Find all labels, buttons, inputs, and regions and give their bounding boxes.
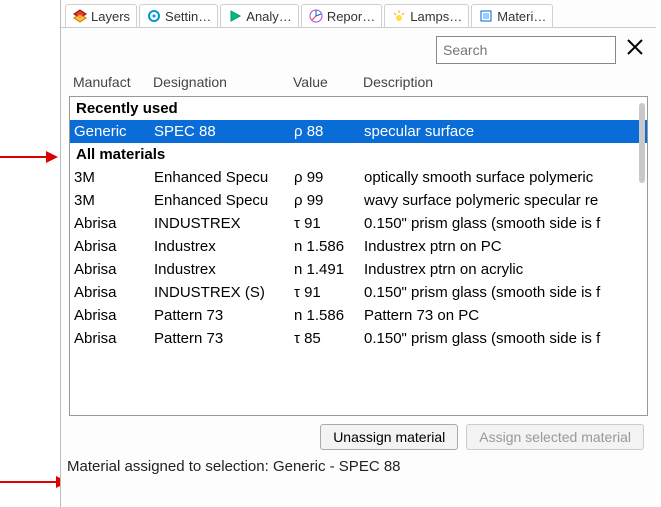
cell-designation: Pattern 73 bbox=[154, 307, 294, 324]
cell-description: Industrex ptrn on PC bbox=[364, 238, 643, 255]
clear-search-button[interactable] bbox=[622, 37, 648, 63]
cell-manufacturer: Abrisa bbox=[74, 307, 154, 324]
cell-description: specular surface bbox=[364, 123, 643, 140]
table-row[interactable]: GenericSPEC 88ρ 88specular surface bbox=[70, 120, 647, 143]
close-icon bbox=[625, 37, 645, 63]
col-value[interactable]: Value bbox=[293, 74, 363, 90]
cell-description: 0.150" prism glass (smooth side is f bbox=[364, 215, 643, 232]
table-row[interactable]: AbrisaPattern 73n 1.586Pattern 73 on PC bbox=[70, 304, 647, 327]
material-icon bbox=[478, 8, 494, 24]
col-manufacturer[interactable]: Manufact bbox=[73, 74, 153, 90]
table-row[interactable]: 3MEnhanced Specuρ 99wavy surface polymer… bbox=[70, 189, 647, 212]
tab-label: Layers bbox=[91, 9, 130, 24]
column-headers: Manufact Designation Value Description bbox=[61, 68, 656, 96]
annotation-arrow-selected-row bbox=[0, 147, 60, 167]
cell-value: τ 85 bbox=[294, 330, 364, 347]
cell-value: τ 91 bbox=[294, 215, 364, 232]
cell-designation: SPEC 88 bbox=[154, 123, 294, 140]
cell-manufacturer: 3M bbox=[74, 192, 154, 209]
cell-value: n 1.491 bbox=[294, 261, 364, 278]
tab-label: Materi… bbox=[497, 9, 546, 24]
cell-value: n 1.586 bbox=[294, 238, 364, 255]
cell-value: n 1.586 bbox=[294, 307, 364, 324]
col-description[interactable]: Description bbox=[363, 74, 656, 90]
tab-layers[interactable]: Layers bbox=[65, 4, 137, 27]
cell-designation: Industrex bbox=[154, 238, 294, 255]
section-recently-used: Recently used bbox=[70, 97, 647, 120]
gear-icon bbox=[146, 8, 162, 24]
cell-designation: Enhanced Specu bbox=[154, 192, 294, 209]
tab-reports[interactable]: Repor… bbox=[301, 4, 382, 27]
unassign-button[interactable]: Unassign material bbox=[320, 424, 458, 450]
cell-manufacturer: Abrisa bbox=[74, 284, 154, 301]
tab-label: Settin… bbox=[165, 9, 211, 24]
tab-label: Analy… bbox=[246, 9, 292, 24]
cell-value: τ 91 bbox=[294, 284, 364, 301]
search-input[interactable] bbox=[436, 36, 616, 64]
scrollbar[interactable] bbox=[639, 103, 645, 183]
cell-value: ρ 99 bbox=[294, 192, 364, 209]
materials-table: Recently used GenericSPEC 88ρ 88specular… bbox=[69, 96, 648, 416]
cell-manufacturer: Abrisa bbox=[74, 238, 154, 255]
materials-panel: Layers Settin… Analy… Repor… Lamps… bbox=[60, 0, 656, 507]
table-row[interactable]: AbrisaIndustrexn 1.491Industrex ptrn on … bbox=[70, 258, 647, 281]
tab-label: Repor… bbox=[327, 9, 375, 24]
button-row: Unassign material Assign selected materi… bbox=[61, 416, 656, 454]
tab-bar: Layers Settin… Analy… Repor… Lamps… bbox=[61, 0, 656, 28]
status-bar: Material assigned to selection: Generic … bbox=[61, 454, 656, 479]
status-label: Material assigned to selection: bbox=[67, 458, 273, 475]
tab-label: Lamps… bbox=[410, 9, 462, 24]
cell-designation: INDUSTREX bbox=[154, 215, 294, 232]
cell-manufacturer: 3M bbox=[74, 169, 154, 186]
table-row[interactable]: AbrisaINDUSTREX (S)τ 910.150" prism glas… bbox=[70, 281, 647, 304]
cell-value: ρ 88 bbox=[294, 123, 364, 140]
play-icon bbox=[227, 8, 243, 24]
cell-manufacturer: Abrisa bbox=[74, 330, 154, 347]
tab-lamps[interactable]: Lamps… bbox=[384, 4, 469, 27]
table-row[interactable]: 3MEnhanced Specuρ 99optically smooth sur… bbox=[70, 166, 647, 189]
cell-manufacturer: Abrisa bbox=[74, 215, 154, 232]
table-row[interactable]: AbrisaIndustrexn 1.586Industrex ptrn on … bbox=[70, 235, 647, 258]
section-all-materials: All materials bbox=[70, 143, 647, 166]
cell-manufacturer: Generic bbox=[74, 123, 154, 140]
cell-designation: INDUSTREX (S) bbox=[154, 284, 294, 301]
tab-analysis[interactable]: Analy… bbox=[220, 4, 299, 27]
assign-button: Assign selected material bbox=[466, 424, 644, 450]
cell-designation: Enhanced Specu bbox=[154, 169, 294, 186]
cell-description: Industrex ptrn on acrylic bbox=[364, 261, 643, 278]
cell-description: 0.150" prism glass (smooth side is f bbox=[364, 330, 643, 347]
table-row[interactable]: AbrisaINDUSTREXτ 910.150" prism glass (s… bbox=[70, 212, 647, 235]
tab-settings[interactable]: Settin… bbox=[139, 4, 218, 27]
cell-manufacturer: Abrisa bbox=[74, 261, 154, 278]
cell-description: wavy surface polymeric specular re bbox=[364, 192, 643, 209]
report-icon bbox=[308, 8, 324, 24]
cell-designation: Industrex bbox=[154, 261, 294, 278]
col-designation[interactable]: Designation bbox=[153, 74, 293, 90]
status-value: Generic - SPEC 88 bbox=[273, 458, 401, 475]
lamp-icon bbox=[391, 8, 407, 24]
cell-designation: Pattern 73 bbox=[154, 330, 294, 347]
cell-value: ρ 99 bbox=[294, 169, 364, 186]
search-row bbox=[61, 28, 656, 68]
cell-description: Pattern 73 on PC bbox=[364, 307, 643, 324]
tab-materials[interactable]: Materi… bbox=[471, 4, 553, 27]
cell-description: optically smooth surface polymeric bbox=[364, 169, 643, 186]
cell-description: 0.150" prism glass (smooth side is f bbox=[364, 284, 643, 301]
layers-icon bbox=[72, 8, 88, 24]
table-row[interactable]: AbrisaPattern 73τ 850.150" prism glass (… bbox=[70, 327, 647, 350]
